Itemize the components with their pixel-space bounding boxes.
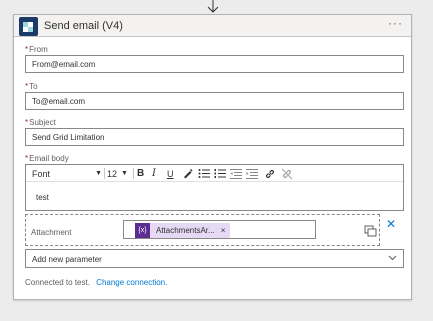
email-body-editor[interactable]: Font ▼ 12 ▼ B I U test xyxy=(25,164,404,211)
connection-status-text: Connected to test. xyxy=(25,278,90,287)
to-field[interactable]: To@email.com xyxy=(25,92,404,110)
attachment-label: Attachment xyxy=(31,228,72,237)
token-label: AttachmentsAr... xyxy=(156,226,215,235)
from-field[interactable]: From@email.com xyxy=(25,55,404,73)
add-parameter-dropdown[interactable]: Add new parameter xyxy=(25,249,404,268)
dynamic-content-token[interactable]: {x} AttachmentsAr... × xyxy=(135,223,230,238)
to-label: *To xyxy=(25,82,38,91)
action-card: Send email (V4) ··· *From From@email.com… xyxy=(13,14,412,300)
unlink-icon[interactable] xyxy=(281,167,293,180)
bold-icon[interactable]: B xyxy=(137,167,144,180)
subject-field[interactable]: Send Grid Limitation xyxy=(25,128,404,146)
bullet-list-icon[interactable] xyxy=(198,167,210,180)
underline-icon[interactable]: U xyxy=(167,167,174,180)
email-body-label: *Email body xyxy=(25,154,69,163)
attachment-input[interactable]: {x} AttachmentsAr... × xyxy=(123,220,316,239)
expression-icon: {x} xyxy=(135,223,150,238)
toolbar-divider xyxy=(133,168,134,179)
increase-indent-icon[interactable] xyxy=(246,167,258,180)
chevron-down-icon: ▼ xyxy=(95,170,102,177)
from-label: *From xyxy=(25,45,48,54)
connection-status: Connected to test. Change connection. xyxy=(25,278,167,287)
email-body-content[interactable]: test xyxy=(36,193,49,202)
flow-arrow-icon xyxy=(207,0,219,13)
attachment-row: Attachment {x} AttachmentsAr... × xyxy=(25,214,380,246)
copy-icon[interactable] xyxy=(364,225,378,237)
token-remove-icon[interactable]: × xyxy=(221,226,226,235)
chevron-down-icon: ▼ xyxy=(121,170,128,177)
decrease-indent-icon[interactable] xyxy=(230,167,242,180)
add-parameter-placeholder: Add new parameter xyxy=(32,255,102,264)
more-options-icon[interactable]: ··· xyxy=(388,16,403,30)
link-icon[interactable] xyxy=(264,167,276,180)
subject-label: *Subject xyxy=(25,118,56,127)
editor-toolbar: Font ▼ 12 ▼ B I U xyxy=(26,165,403,182)
sendgrid-logo-icon xyxy=(19,17,38,36)
font-size-select[interactable]: 12 ▼ xyxy=(107,167,131,180)
chevron-down-icon xyxy=(388,253,397,264)
toolbar-divider xyxy=(104,168,105,179)
numbered-list-icon[interactable] xyxy=(214,167,226,180)
change-connection-link[interactable]: Change connection. xyxy=(96,278,167,287)
card-header[interactable]: Send email (V4) ··· xyxy=(14,15,411,37)
font-select[interactable]: Font ▼ xyxy=(32,167,102,180)
font-select-value: Font xyxy=(32,168,51,179)
italic-icon[interactable]: I xyxy=(152,167,156,180)
close-icon[interactable]: ✕ xyxy=(386,217,396,231)
card-title: Send email (V4) xyxy=(44,20,123,32)
font-size-value: 12 xyxy=(107,168,118,179)
highlight-pen-icon[interactable] xyxy=(182,167,193,180)
